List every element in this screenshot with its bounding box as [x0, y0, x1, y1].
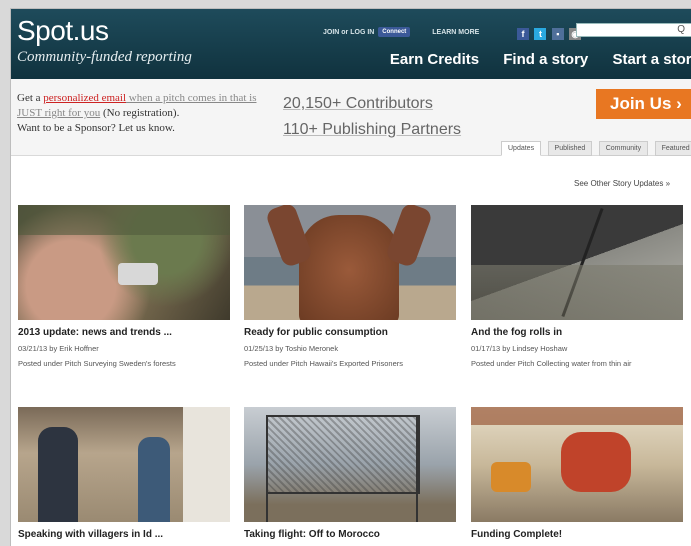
sponsor-link[interactable]: Want to be a Sponsor? Let us know.: [17, 122, 175, 134]
story-card[interactable]: Ready for public consumption 01/25/13 by…: [244, 205, 456, 368]
tab-featured[interactable]: Featured: [654, 141, 691, 156]
story-title[interactable]: Taking flight: Off to Morocco: [244, 529, 456, 540]
search-input[interactable]: Q: [576, 23, 691, 37]
pitch-promo: Get a personalized email when a pitch co…: [17, 91, 261, 136]
site-stats: 20,150+ Contributors 110+ Publishing Par…: [283, 91, 461, 143]
tab-community[interactable]: Community: [598, 141, 649, 156]
learn-more-link[interactable]: LEARN MORE: [432, 29, 479, 36]
personalized-email-link[interactable]: personalized email: [43, 92, 126, 104]
story-card[interactable]: 2013 update: news and trends ... 03/21/1…: [18, 205, 230, 368]
story-tabs: Updates Published Community Featured: [501, 137, 691, 156]
site-logo[interactable]: Spot.us: [17, 15, 109, 47]
flickr-icon[interactable]: ▪: [551, 28, 564, 40]
twitter-icon[interactable]: t: [534, 28, 547, 40]
story-title[interactable]: Speaking with villagers in Id ...: [18, 529, 230, 540]
nav-start-story[interactable]: Start a story: [612, 51, 691, 68]
pitch-prefix: Get a: [17, 92, 44, 104]
account-links: JOIN or LOG IN Connect LEARN MORE: [323, 27, 479, 37]
site-tagline: Community-funded reporting: [17, 49, 192, 65]
story-posted-under[interactable]: Posted under Pitch Surveying Sweden's fo…: [18, 359, 230, 368]
story-card[interactable]: And the fog rolls in 01/17/13 by Lindsey…: [471, 205, 683, 368]
story-posted-under[interactable]: Posted under Pitch Hawaii's Exported Pri…: [244, 359, 456, 368]
story-title[interactable]: Ready for public consumption: [244, 327, 456, 338]
story-meta: 03/21/13 by Erik Hoffner: [18, 344, 99, 353]
story-title[interactable]: And the fog rolls in: [471, 327, 683, 338]
story-card[interactable]: Taking flight: Off to Morocco: [244, 407, 456, 540]
info-bar: Get a personalized email when a pitch co…: [11, 79, 691, 156]
search-icon[interactable]: Q: [677, 24, 685, 35]
contributors-count[interactable]: 20,150+ Contributors: [283, 91, 461, 117]
tab-published[interactable]: Published: [547, 141, 593, 156]
facebook-connect-button[interactable]: Connect: [378, 27, 411, 37]
story-title[interactable]: 2013 update: news and trends ...: [18, 327, 230, 338]
story-card[interactable]: Speaking with villagers in Id ...: [18, 407, 230, 540]
story-thumbnail[interactable]: [18, 407, 230, 522]
facebook-icon[interactable]: f: [517, 28, 529, 40]
story-thumbnail[interactable]: [244, 407, 456, 522]
join-us-button[interactable]: Join Us ›: [596, 89, 691, 119]
story-title[interactable]: Funding Complete!: [471, 529, 683, 540]
story-thumbnail[interactable]: [471, 407, 683, 522]
social-links: f t ▪ ◉: [517, 24, 582, 42]
tab-updates[interactable]: Updates: [501, 141, 542, 156]
nav-find-story[interactable]: Find a story: [503, 51, 588, 68]
story-card[interactable]: Funding Complete!: [471, 407, 683, 540]
story-thumbnail[interactable]: [471, 205, 683, 320]
pitch-suffix: (No registration).: [100, 107, 180, 119]
browser-page: Spot.us Community-funded reporting JOIN …: [10, 8, 691, 546]
story-thumbnail[interactable]: [18, 205, 230, 320]
other-updates-link[interactable]: See Other Story Updates »: [574, 179, 670, 188]
story-thumbnail[interactable]: [244, 205, 456, 320]
nav-earn-credits[interactable]: Earn Credits: [390, 51, 479, 68]
site-header: Spot.us Community-funded reporting JOIN …: [11, 9, 691, 79]
story-posted-under[interactable]: Posted under Pitch Collecting water from…: [471, 359, 683, 368]
main-nav: Earn Credits Find a story Start a story: [370, 51, 691, 68]
partners-count[interactable]: 110+ Publishing Partners: [283, 117, 461, 143]
story-meta: 01/17/13 by Lindsey Hoshaw: [471, 344, 568, 353]
story-meta: 01/25/13 by Toshio Meronek: [244, 344, 339, 353]
join-login-link[interactable]: JOIN or LOG IN: [323, 29, 374, 36]
